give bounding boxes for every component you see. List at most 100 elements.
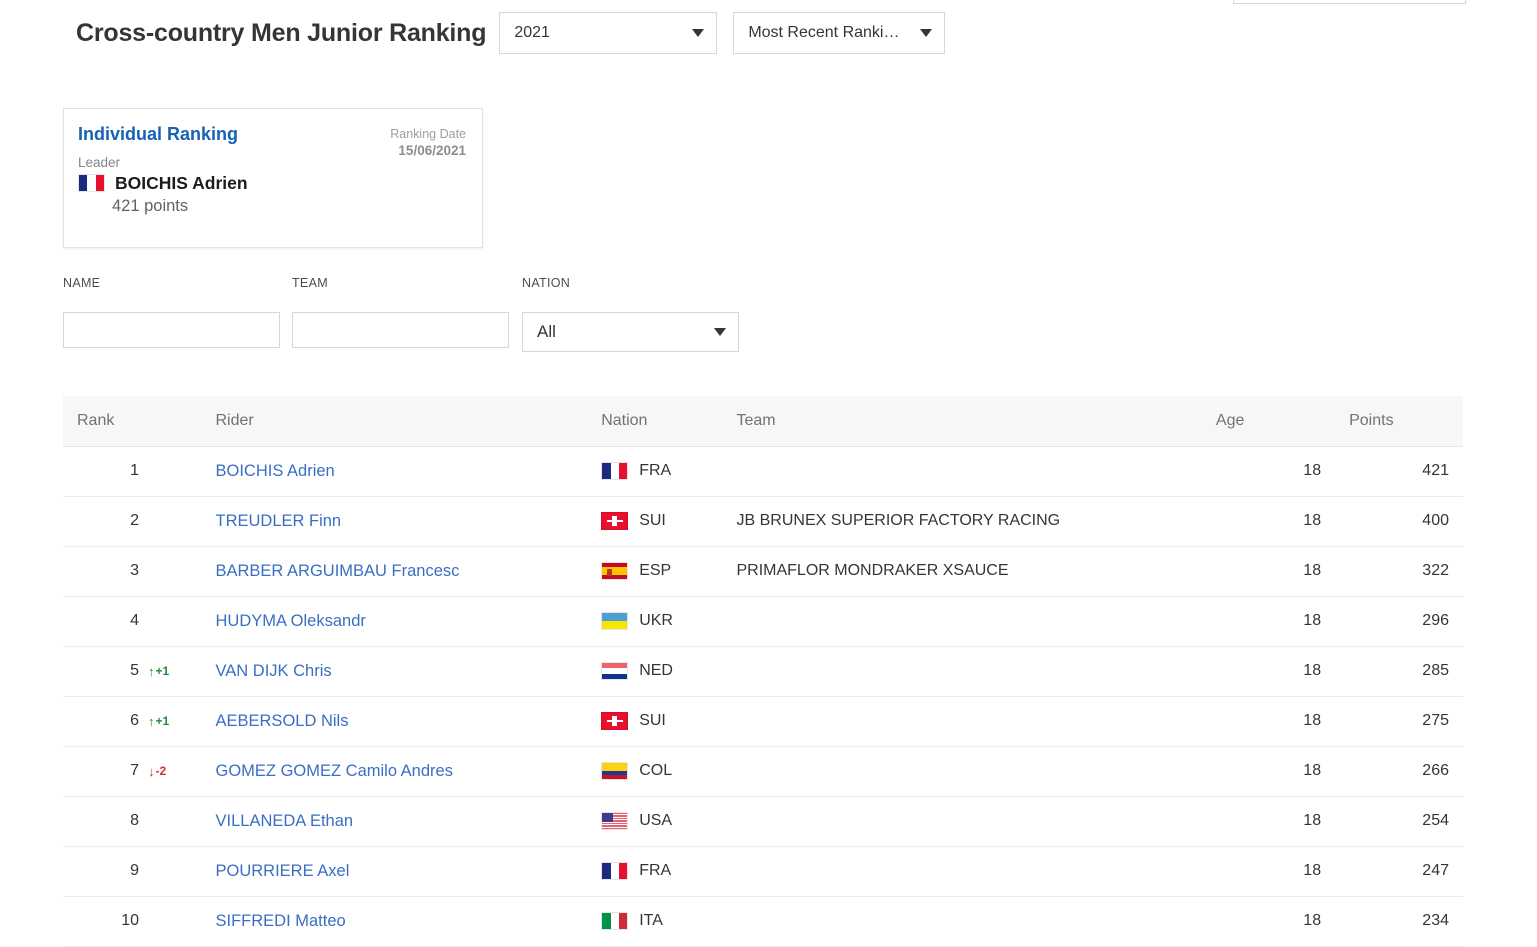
cell-points: 285 [1335,646,1463,696]
cell-points: 296 [1335,596,1463,646]
nation-code: FRA [639,862,671,880]
nation-wrap: SUI [601,512,708,530]
column-header-rank[interactable]: Rank [63,396,202,446]
flag-icon-esp [601,562,628,580]
rider-link[interactable]: VILLANEDA Ethan [216,812,354,830]
cell-age: 18 [1202,646,1335,696]
table-row[interactable]: 10SIFFREDI MatteoITA18234 [63,896,1463,946]
nation-wrap: FRA [601,462,708,480]
rank-change-down-icon: ↓-2 [148,764,166,778]
rank-number: 4 [117,612,139,630]
rider-link[interactable]: BOICHIS Adrien [216,462,335,480]
name-search-input[interactable] [63,312,280,348]
cell-rank: 5 ↑+1 [63,646,202,696]
nation-wrap: ESP [601,562,708,580]
nation-select[interactable]: All [522,312,739,352]
cell-points: 322 [1335,546,1463,596]
year-select[interactable]: 2021 [499,12,717,54]
rider-link[interactable]: POURRIERE Axel [216,862,350,880]
rank-change-up-icon: ↑+1 [148,714,169,728]
rider-link[interactable]: BARBER ARGUIMBAU Francesc [216,562,460,580]
cell-nation: FRA [587,846,722,896]
flag-icon-ita [601,912,628,930]
flag-icon-ned [601,662,628,680]
cell-rank: 8 [63,796,202,846]
ranking-type-select-value: Most Recent Ranki… [748,24,899,42]
cell-age: 18 [1202,596,1335,646]
rank-change-up-icon: ↑+1 [148,664,169,678]
chevron-down-icon [714,328,726,336]
column-header-age[interactable]: Age [1202,396,1335,446]
cell-rider: VAN DIJK Chris [202,646,588,696]
nation-select-value: All [537,322,556,342]
rank-number: 10 [117,912,139,930]
table-row[interactable]: 8VILLANEDA EthanUSA18254 [63,796,1463,846]
team-search-input[interactable] [292,312,509,348]
rank-number: 7 [117,762,139,780]
cell-nation: UKR [587,596,722,646]
cell-team: PRIMAFLOR MONDRAKER XSAUCE [722,546,1201,596]
rank-change-value: +1 [156,714,170,728]
column-header-nation[interactable]: Nation [587,396,722,446]
ranking-type-select[interactable]: Most Recent Ranki… [733,12,945,54]
cell-rank: 3 [63,546,202,596]
cell-rank: 6↑+1 [63,696,202,746]
nation-code: UKR [639,612,673,630]
cell-nation: ITA [587,896,722,946]
nation-code: ESP [639,562,671,580]
rider-link[interactable]: HUDYMA Oleksandr [216,612,366,630]
flag-icon-sui [601,712,628,730]
rider-link[interactable]: SIFFREDI Matteo [216,912,346,930]
table-header: Rank Rider Nation Team Age Points [63,396,1463,446]
table-row[interactable]: 1BOICHIS AdrienFRA18421 [63,446,1463,496]
cell-age: 18 [1202,846,1335,896]
flag-icon-fra [601,862,628,880]
cell-rider: AEBERSOLD Nils [202,696,588,746]
flag-icon-sui [601,512,628,530]
page-header: Cross-country Men Junior Ranking 2021 Mo… [0,0,1537,66]
cell-rank: 2 [63,496,202,546]
table-row[interactable]: 3 BARBER ARGUIMBAU Francesc ESP PRIMAFLOR M… [63,546,1463,596]
cell-rank: 9 [63,846,202,896]
cell-rider: BARBER ARGUIMBAU Francesc [202,546,588,596]
nation-wrap: UKR [601,612,708,630]
year-select-value: 2021 [514,24,550,42]
cell-nation: FRA [587,446,722,496]
column-header-rider[interactable]: Rider [202,396,588,446]
rider-link[interactable]: VAN DIJK Chris [216,662,332,680]
rank-number: 8 [117,812,139,830]
cell-rider: SIFFREDI Matteo [202,896,588,946]
nation-wrap: ITA [601,912,708,930]
cell-points: 234 [1335,896,1463,946]
ranking-date-label: Ranking Date [390,127,466,143]
column-header-points[interactable]: Points [1335,396,1463,446]
column-header-team[interactable]: Team [722,396,1201,446]
rank-number: 1 [117,462,139,480]
team-filter-label: TEAM [292,276,328,290]
flag-icon-usa [601,812,628,830]
table-body: 1 BOICHIS Adrien FRA 18 421 2 TREUDLER Finn SUI… [63,446,1463,946]
cell-team [722,696,1201,746]
ranking-date-value: 15/06/2021 [390,143,466,160]
rank-number: 9 [117,862,139,880]
flag-icon-fra [601,462,628,480]
table-row[interactable]: 4 HUDYMA Oleksandr UKR 18296 [63,596,1463,646]
cell-points: 421 [1335,446,1463,496]
individual-ranking-card[interactable]: Individual Ranking Ranking Date 15/06/20… [63,108,483,248]
cell-team [722,846,1201,896]
leader-points: 421 points [112,197,464,216]
rider-link[interactable]: TREUDLER Finn [216,512,342,530]
cell-points: 266 [1335,746,1463,796]
table-row[interactable]: 2TREUDLER FinnSUIJB BRUNEX SUPERIOR FACT… [63,496,1463,546]
table-row[interactable]: 6↑+1AEBERSOLD NilsSUI18275 [63,696,1463,746]
table-row[interactable]: 9POURRIERE AxelFRA18247 [63,846,1463,896]
cell-rank: 4 [63,596,202,646]
rank-number: 5 [117,662,139,680]
rider-link[interactable]: AEBERSOLD Nils [216,712,349,730]
rank-number: 3 [117,562,139,580]
table-row[interactable]: 5↑+1VAN DIJK ChrisNED18285 [63,646,1463,696]
chevron-down-icon [692,29,704,37]
rider-link[interactable]: GOMEZ GOMEZ Camilo Andres [216,762,453,780]
cell-rank: 10 [63,896,202,946]
table-row[interactable]: 7↓-2GOMEZ GOMEZ Camilo AndresCOL18266 [63,746,1463,796]
